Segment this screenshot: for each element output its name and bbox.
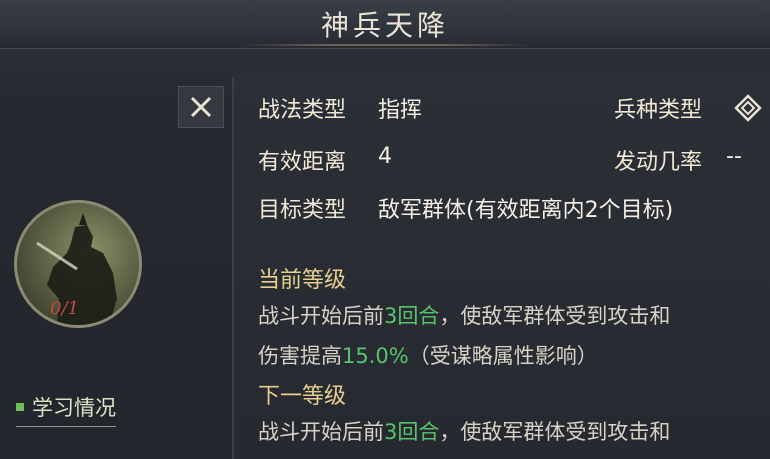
trigger-rate-label: 发动几率	[614, 150, 703, 175]
title-underline	[240, 44, 530, 46]
page-title: 神兵天降	[320, 9, 449, 42]
current-level-line-2: 伤害提高15.0%（受谋略属性影响）	[258, 340, 598, 370]
highlight-text: 回合	[397, 420, 440, 444]
trigger-rate-value: --	[726, 144, 742, 169]
tactic-detail-panel: 战法类型 指挥 兵种类型 有效距离 4 发动几率 -- 目标类型 敌军群体(有效…	[234, 72, 770, 459]
range-label: 有效距离	[258, 150, 347, 175]
target-type-value: 敌军群体(有效距离内2个目标)	[378, 198, 674, 223]
close-icon	[190, 96, 212, 118]
study-status-label: 学习情况	[32, 396, 116, 420]
target-type-label: 目标类型	[258, 198, 347, 223]
range-value: 4	[378, 144, 392, 169]
current-level-title: 当前等级	[258, 268, 347, 293]
title-bar: 神兵天降	[0, 0, 770, 49]
unit-type-icon	[734, 94, 762, 122]
tactic-type-value: 指挥	[378, 98, 423, 123]
bullet-icon	[16, 403, 24, 411]
text-segment: 战斗开始后前	[258, 304, 384, 328]
next-level-title: 下一等级	[258, 384, 347, 409]
text-segment: 伤害提高	[258, 344, 342, 368]
current-level-line-1: 战斗开始后前3回合，使敌军群体受到攻击和	[258, 300, 670, 330]
tactic-type-label: 战法类型	[258, 98, 347, 123]
highlight-number: 3	[384, 304, 398, 328]
text-segment: （受谋略属性影响）	[408, 344, 598, 368]
text-segment: ，使敌军群体受到攻击和	[439, 304, 671, 328]
text-segment: 战斗开始后前	[258, 420, 384, 444]
study-status-link[interactable]: 学习情况	[16, 392, 116, 427]
text-segment: ，使敌军群体受到攻击和	[439, 420, 671, 444]
highlight-text: 回合	[397, 304, 440, 328]
next-level-line-1: 战斗开始后前3回合，使敌军群体受到攻击和	[258, 416, 670, 446]
close-button[interactable]	[178, 86, 224, 128]
highlight-number: 15.0%	[342, 344, 409, 368]
unit-type-label: 兵种类型	[614, 98, 703, 123]
avatar-count: 0/1	[50, 298, 79, 319]
highlight-number: 3	[384, 420, 398, 444]
